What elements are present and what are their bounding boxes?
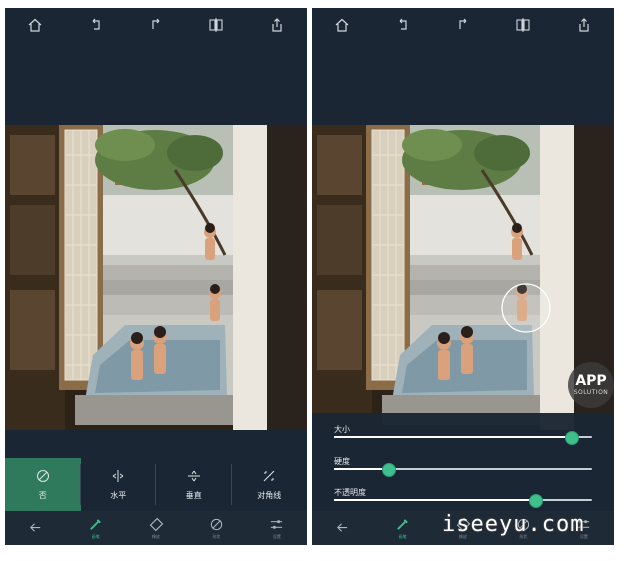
nav-shape[interactable]: 形状 bbox=[186, 511, 246, 545]
nav-brush[interactable]: 画笔 bbox=[372, 511, 432, 545]
top-toolbar bbox=[312, 8, 614, 42]
opacity-slider-knob[interactable] bbox=[529, 494, 544, 508]
option-diagonal[interactable]: 对角线 bbox=[232, 458, 308, 511]
nav-settings[interactable]: 设置 bbox=[247, 511, 307, 545]
option-vertical-label: 垂直 bbox=[185, 491, 202, 500]
nav-eraser[interactable]: 橡皮 bbox=[126, 511, 186, 545]
photo-canvas[interactable] bbox=[5, 125, 307, 430]
hardness-slider-row: 硬度 bbox=[334, 449, 592, 477]
right-screen: 大小 硬度 不透明度 画笔 橡皮 形状 设置 bbox=[312, 8, 614, 545]
option-diagonal-label: 对角线 bbox=[257, 491, 282, 500]
nav-brush[interactable]: 画笔 bbox=[65, 511, 125, 545]
brush-settings-panel: 大小 硬度 不透明度 bbox=[312, 413, 614, 511]
badge-main-text: APP bbox=[575, 373, 607, 389]
option-none[interactable]: 否 bbox=[5, 458, 81, 511]
top-toolbar bbox=[5, 8, 307, 42]
hardness-slider-knob[interactable] bbox=[382, 463, 397, 477]
nav-back[interactable] bbox=[312, 511, 372, 545]
nav-brush-label: 画笔 bbox=[398, 533, 407, 539]
hardness-slider[interactable] bbox=[334, 463, 592, 477]
brush-cursor bbox=[501, 283, 551, 333]
bottom-nav: 画笔 橡皮 形状 设置 bbox=[5, 511, 307, 545]
site-watermark: iseeyu.com bbox=[442, 512, 585, 537]
nav-brush-label: 画笔 bbox=[91, 533, 100, 539]
nav-back[interactable] bbox=[5, 511, 65, 545]
circle-slash-icon bbox=[210, 518, 223, 530]
size-slider-row: 大小 bbox=[334, 417, 592, 445]
undo-icon[interactable] bbox=[86, 15, 106, 35]
mirror-options: 否 水平 垂直 对角线 bbox=[5, 458, 307, 511]
size-label: 大小 bbox=[334, 425, 350, 434]
nav-shape-label: 形状 bbox=[212, 533, 221, 539]
share-icon[interactable] bbox=[574, 15, 594, 35]
vertical-mirror-icon bbox=[187, 470, 200, 482]
nav-eraser-label: 橡皮 bbox=[152, 533, 161, 539]
option-none-label: 否 bbox=[38, 491, 47, 500]
badge-sub-text: SOLUTION bbox=[573, 389, 609, 396]
back-arrow-icon bbox=[29, 522, 40, 532]
home-icon[interactable] bbox=[332, 15, 352, 35]
option-vertical[interactable]: 垂直 bbox=[156, 458, 232, 511]
home-icon[interactable] bbox=[25, 15, 45, 35]
eraser-icon bbox=[149, 517, 163, 531]
horizontal-mirror-icon bbox=[112, 470, 124, 482]
diagonal-icon bbox=[263, 470, 275, 482]
app-solution-badge: APP SOLUTION bbox=[568, 362, 614, 408]
redo-icon[interactable] bbox=[453, 15, 473, 35]
hardness-label: 硬度 bbox=[334, 457, 350, 466]
opacity-slider-row: 不透明度 bbox=[334, 480, 592, 508]
compare-icon[interactable] bbox=[513, 15, 533, 35]
nav-settings-label: 设置 bbox=[272, 533, 281, 539]
size-slider-knob[interactable] bbox=[565, 431, 580, 445]
share-icon[interactable] bbox=[267, 15, 287, 35]
size-slider[interactable] bbox=[334, 431, 592, 445]
brush-icon bbox=[90, 518, 101, 530]
opacity-label: 不透明度 bbox=[334, 488, 366, 497]
opacity-slider[interactable] bbox=[334, 494, 592, 508]
undo-icon[interactable] bbox=[393, 15, 413, 35]
none-circle-icon bbox=[36, 470, 49, 482]
sliders-icon bbox=[271, 519, 283, 529]
back-arrow-icon bbox=[336, 522, 347, 532]
option-horizontal-label: 水平 bbox=[110, 491, 127, 500]
brush-icon bbox=[397, 518, 408, 530]
redo-icon[interactable] bbox=[146, 15, 166, 35]
compare-icon[interactable] bbox=[206, 15, 226, 35]
left-screen: 否 水平 垂直 对角线 画笔 橡皮 形状 设置 bbox=[5, 8, 307, 545]
option-horizontal[interactable]: 水平 bbox=[81, 458, 156, 511]
